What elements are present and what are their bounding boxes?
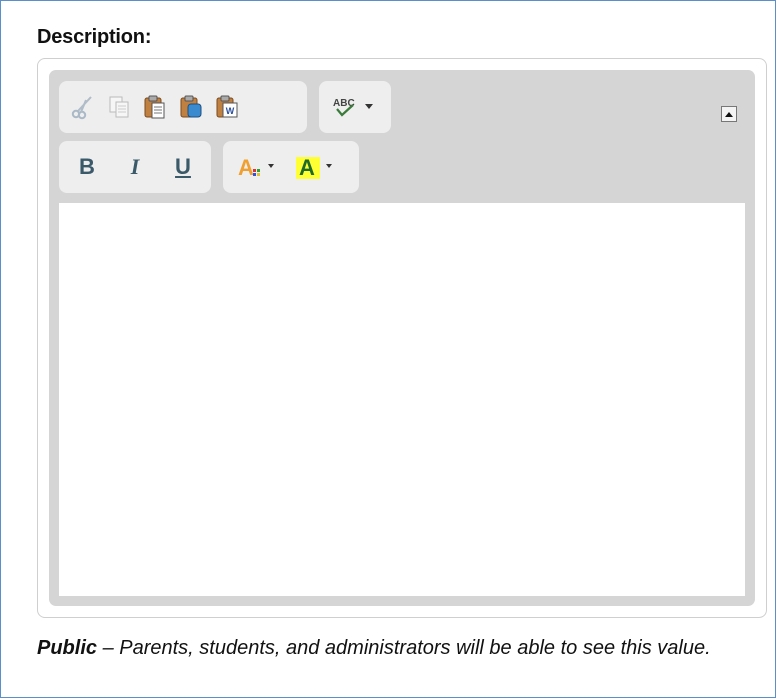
underline-button[interactable]: U (165, 149, 201, 185)
text-color-button[interactable]: A (233, 149, 291, 185)
visibility-description: – Parents, students, and administrators … (97, 637, 711, 659)
text-color-letter: A (238, 155, 254, 180)
background-color-icon: A (296, 155, 332, 180)
bold-button[interactable]: B (69, 149, 105, 185)
copy-icon (109, 96, 129, 118)
editor-content-area[interactable] (59, 203, 745, 596)
italic-button[interactable]: I (117, 149, 153, 185)
collapse-toolbar-icon (725, 112, 733, 117)
cut-button[interactable] (65, 89, 101, 125)
format-toolbar-group: B I U (59, 141, 211, 193)
paste-icon (144, 95, 165, 119)
background-color-button[interactable]: A (291, 149, 349, 185)
underline-label: U (175, 154, 191, 179)
paste-from-word-button[interactable]: W (209, 89, 245, 125)
text-color-icon: A (238, 155, 274, 180)
visibility-note: Public – Parents, students, and administ… (37, 631, 767, 665)
paste-text-button[interactable] (173, 89, 209, 125)
description-label: Description: (37, 26, 152, 48)
clipboard-toolbar-group: W (59, 81, 307, 133)
italic-label: I (130, 154, 140, 179)
background-color-letter: A (299, 155, 315, 180)
visibility-level: Public (37, 637, 98, 659)
bold-label: B (79, 154, 95, 179)
editor-chrome: W ABC B I U A A (49, 70, 755, 606)
panel-frame: Description: W ABC B I U A A Public – Pa… (0, 0, 776, 698)
copy-button[interactable] (101, 89, 137, 125)
spellcheck-button[interactable]: ABC (325, 89, 385, 125)
rich-text-editor: W ABC B I U A A (37, 58, 767, 618)
spellcheck-toolbar-group: ABC (319, 81, 391, 133)
collapse-toolbar-button[interactable] (721, 106, 737, 122)
spellcheck-icon: ABC (333, 98, 373, 117)
svg-text:W: W (226, 106, 235, 116)
paste-from-word-icon: W (216, 95, 238, 118)
cut-icon (71, 96, 92, 120)
paste-text-icon (180, 95, 202, 118)
paste-button[interactable] (137, 89, 173, 125)
color-toolbar-group: A A (223, 141, 359, 193)
